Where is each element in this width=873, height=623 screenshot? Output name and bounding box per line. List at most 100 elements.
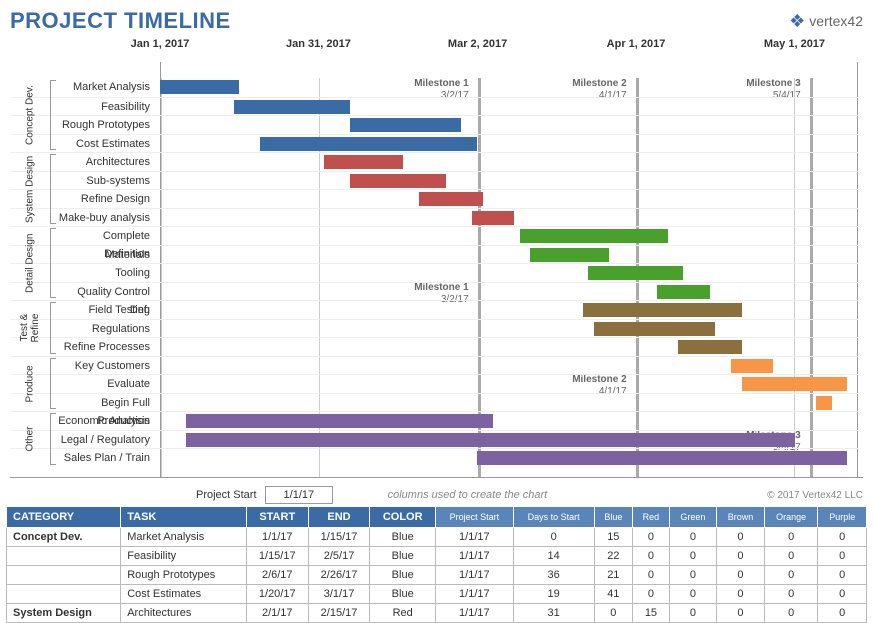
task-bar	[472, 211, 514, 225]
task-row: Complete Definition	[10, 226, 858, 245]
task-bar	[419, 192, 482, 206]
task-row: Make-buy analysis	[10, 208, 858, 227]
th-brown: Brown	[717, 507, 765, 528]
task-row: Key Customers	[10, 356, 858, 375]
cell-days: 36	[513, 566, 594, 585]
cell-value: 0	[764, 528, 817, 547]
cell-value: 0	[633, 585, 670, 604]
cell-value: 0	[818, 547, 867, 566]
cell-end: 1/15/17	[308, 528, 370, 547]
cell-value: 0	[818, 566, 867, 585]
cell-value: 15	[594, 528, 633, 547]
task-bar	[186, 433, 794, 447]
table-row: Feasibility1/15/172/5/17Blue1/1/17142200…	[7, 547, 867, 566]
cell-value: 0	[818, 528, 867, 547]
cell-value: 21	[594, 566, 633, 585]
cell-value: 0	[669, 566, 716, 585]
task-row: Feasibility	[10, 97, 858, 116]
cell-value: 0	[717, 547, 765, 566]
task-bar	[678, 340, 741, 354]
task-label: Cost Estimates	[55, 135, 155, 153]
logo-text: vertex42	[809, 13, 863, 29]
cell-value: 0	[764, 604, 817, 623]
cell-value: 0	[818, 585, 867, 604]
group-label: Test & Refine	[10, 300, 50, 356]
group-label: System Design	[10, 152, 50, 226]
cell-value: 0	[633, 528, 670, 547]
cell-start: 1/20/17	[246, 585, 308, 604]
cell-color: Blue	[370, 566, 436, 585]
cell-start: 1/15/17	[246, 547, 308, 566]
cell-end: 2/5/17	[308, 547, 370, 566]
task-label: Key Customers	[55, 357, 155, 375]
cell-task: Cost Estimates	[121, 585, 247, 604]
task-bar	[588, 266, 683, 280]
task-label: Materials	[55, 246, 155, 264]
cell-value: 0	[633, 547, 670, 566]
logo-icon: ❖	[789, 11, 805, 32]
table-row: Rough Prototypes2/6/172/26/17Blue1/1/173…	[7, 566, 867, 585]
cell-cat	[7, 547, 121, 566]
task-row: Refine Processes	[10, 337, 858, 356]
task-label: Tooling	[55, 264, 155, 282]
task-label: Regulations	[55, 320, 155, 338]
th-blue: Blue	[594, 507, 633, 528]
task-bar	[583, 303, 742, 317]
time-tick: Jan 1, 2017	[131, 38, 190, 50]
cell-task: Feasibility	[121, 547, 247, 566]
cell-value: 15	[633, 604, 670, 623]
th-start: START	[246, 507, 308, 528]
task-row: Legal / Regulatory	[10, 430, 858, 449]
task-row: Sub-systems	[10, 171, 858, 190]
cell-days: 0	[513, 528, 594, 547]
cell-cat: Concept Dev.	[7, 528, 121, 547]
task-bar	[186, 414, 493, 428]
time-tick: Mar 2, 2017	[448, 38, 507, 50]
task-label: Evaluate	[55, 375, 155, 393]
task-row: Rough Prototypes	[10, 115, 858, 134]
task-row: Tooling	[10, 263, 858, 282]
cell-value: 0	[594, 604, 633, 623]
th-task: TASK	[121, 507, 247, 528]
task-label: Economic Analysis	[55, 412, 155, 430]
cell-end: 2/15/17	[308, 604, 370, 623]
th-red: Red	[633, 507, 670, 528]
task-row: Materials	[10, 245, 858, 264]
cell-ps: 1/1/17	[435, 528, 513, 547]
cell-value: 0	[669, 547, 716, 566]
task-bar	[816, 396, 832, 410]
cell-ps: 1/1/17	[435, 566, 513, 585]
cell-value: 0	[717, 585, 765, 604]
task-bar	[731, 359, 773, 373]
task-row: Quality Control Def.	[10, 282, 858, 301]
task-label: Field Testing	[55, 301, 155, 319]
copyright: © 2017 Vertex42 LLC	[767, 490, 863, 501]
group-label: Other	[10, 411, 50, 467]
group-label: Produce	[10, 356, 50, 412]
project-start-value: 1/1/17	[265, 486, 334, 504]
cell-value: 0	[764, 566, 817, 585]
task-row: Regulations	[10, 319, 858, 338]
task-bar	[160, 80, 239, 94]
task-label: Architectures	[55, 153, 155, 171]
task-row: Evaluate	[10, 374, 858, 393]
time-axis: Jan 1, 2017Jan 31, 2017Mar 2, 2017Apr 1,…	[160, 38, 858, 58]
cell-value: 0	[633, 566, 670, 585]
cell-color: Blue	[370, 547, 436, 566]
task-label: Make-buy analysis	[55, 209, 155, 227]
cell-value: 0	[717, 604, 765, 623]
task-bar	[594, 322, 716, 336]
th-pstart: Project Start	[435, 507, 513, 528]
cell-end: 2/26/17	[308, 566, 370, 585]
task-label: Legal / Regulatory	[55, 431, 155, 449]
cell-start: 2/6/17	[246, 566, 308, 585]
cell-days: 14	[513, 547, 594, 566]
logo: ❖ vertex42	[789, 11, 863, 32]
task-row: Architectures	[10, 152, 858, 171]
page-title: PROJECT TIMELINE	[10, 8, 231, 34]
cell-value: 0	[717, 566, 765, 585]
chart-rows: Market AnalysisFeasibilityRough Prototyp…	[10, 78, 858, 477]
time-tick: Jan 31, 2017	[286, 38, 351, 50]
task-row: Cost Estimates	[10, 134, 858, 153]
cell-end: 3/1/17	[308, 585, 370, 604]
